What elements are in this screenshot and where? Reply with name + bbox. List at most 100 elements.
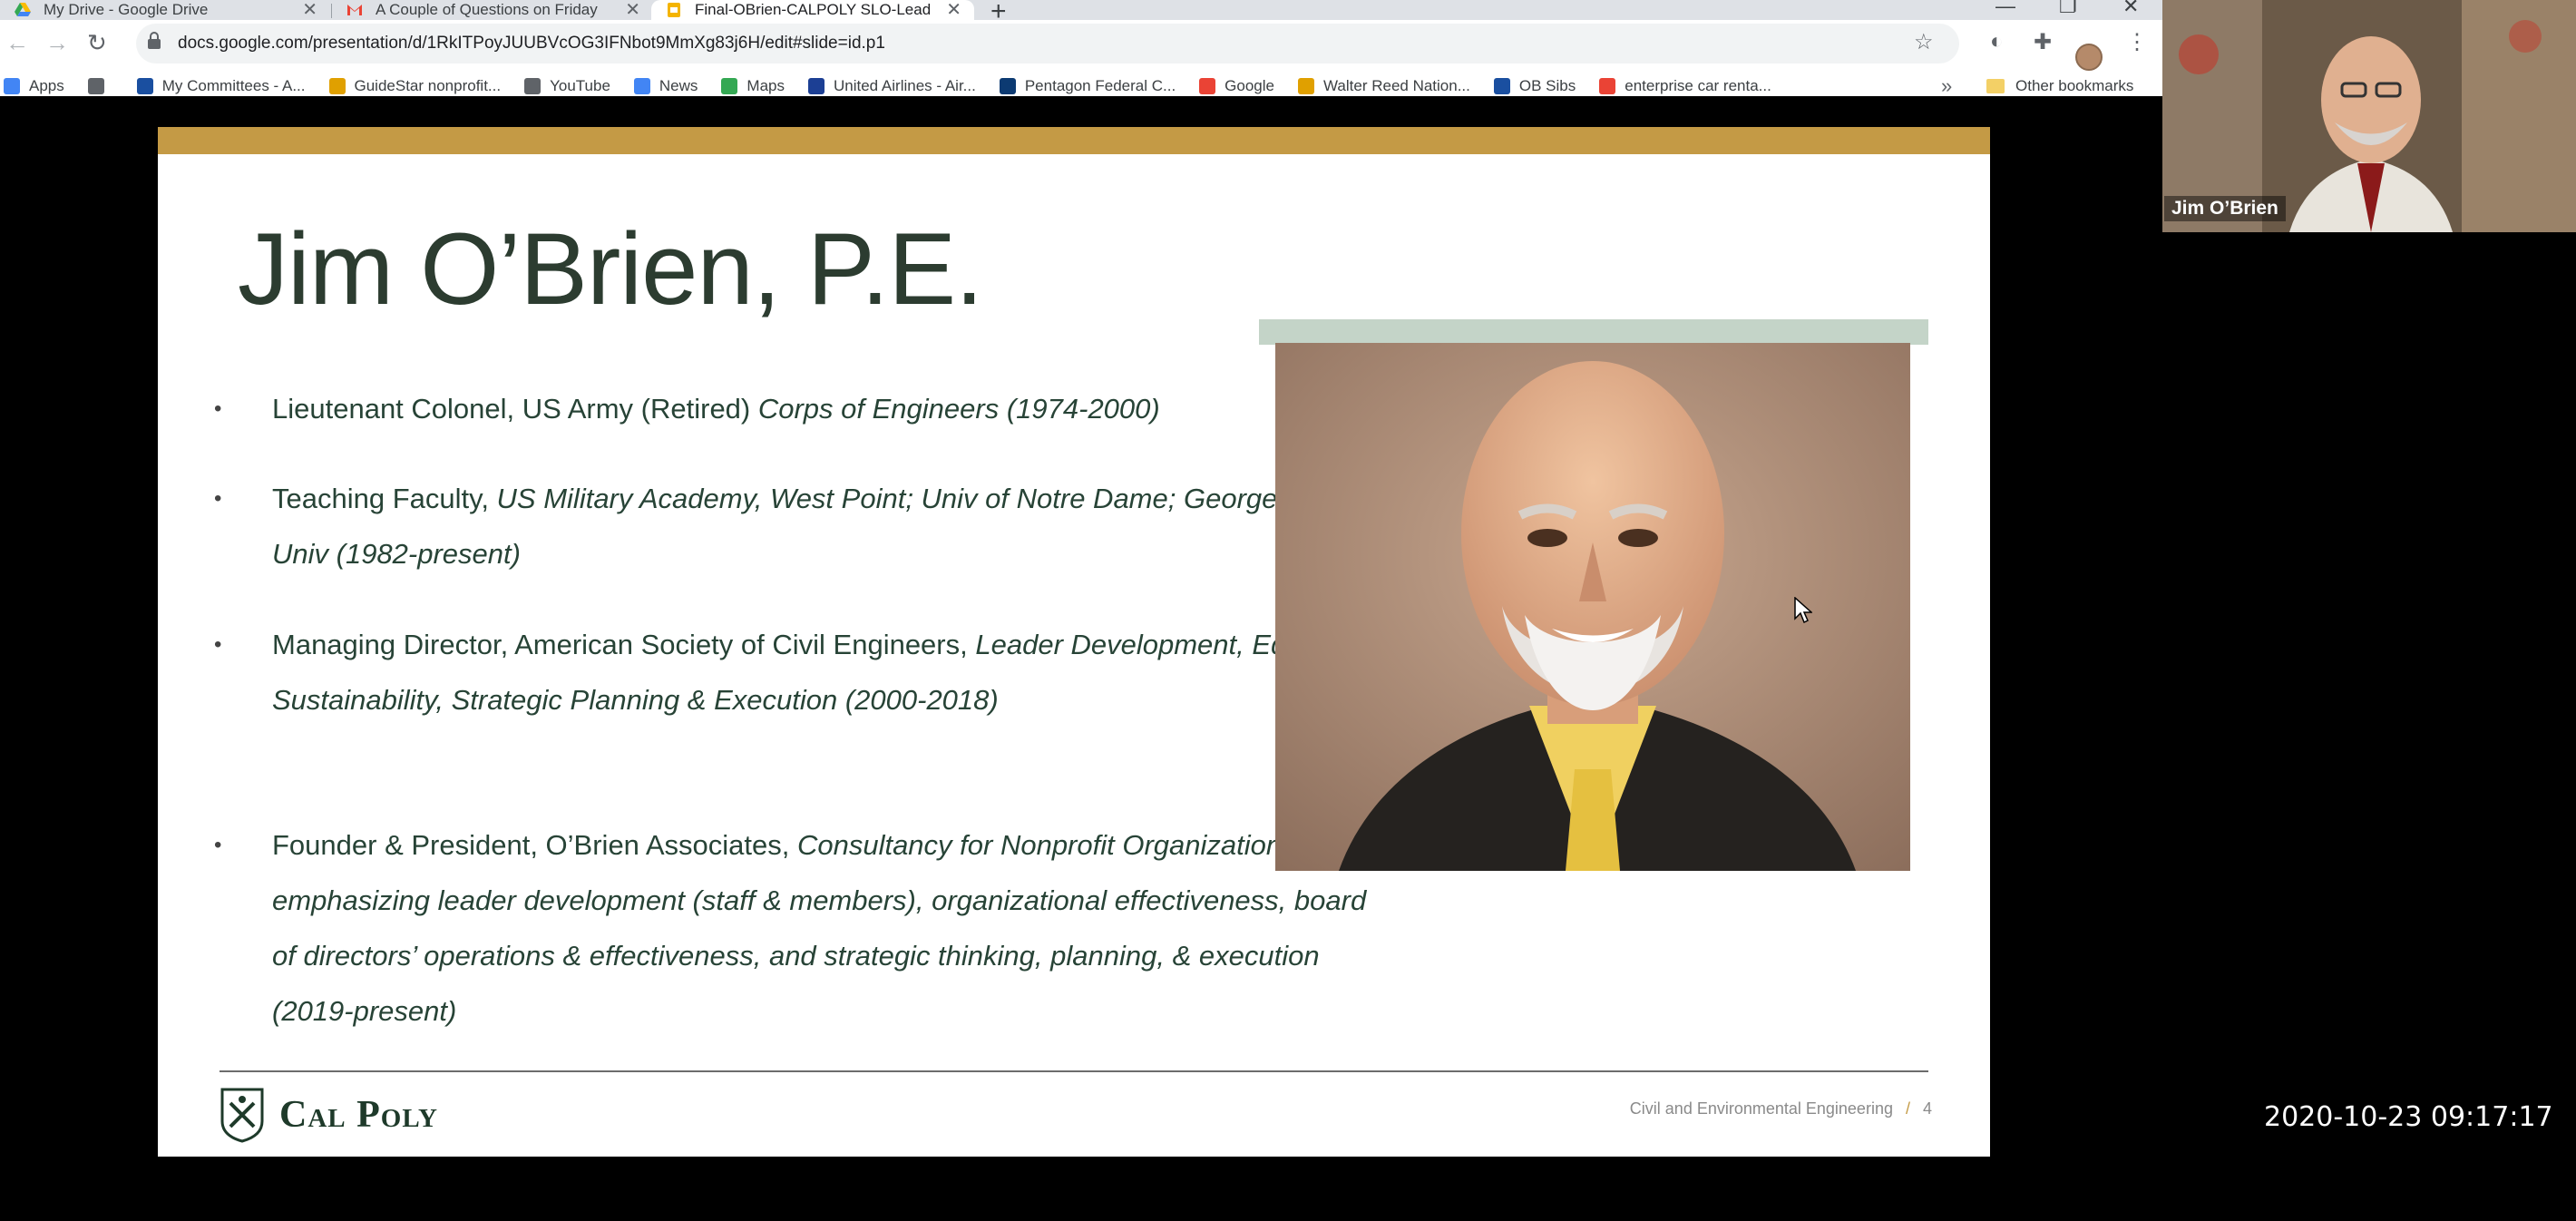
footer-separator: / (1905, 1099, 1910, 1118)
extension-icon[interactable]: ◐ (1990, 29, 2004, 54)
bookmark-label: Apps (29, 77, 64, 94)
bookmark-item[interactable]: YouTube (524, 77, 610, 95)
other-bookmarks-label: Other bookmarks (2015, 77, 2134, 94)
bookmark-label: Pentagon Federal C... (1024, 77, 1176, 94)
mouse-cursor-icon (1794, 596, 1813, 624)
bookmark-favicon-icon (328, 78, 346, 94)
tab-strip: My Drive - Google Drive ✕ A Couple of Qu… (0, 0, 2162, 26)
bookmark-item[interactable]: GuideStar nonprofit... (328, 77, 502, 95)
google-slides-icon (666, 2, 682, 18)
bullet-item: • Managing Director, American Society of… (214, 617, 1397, 728)
bullet-italic: Corps of Engineers (1974-2000) (757, 393, 1160, 425)
bookmark-label: Google (1225, 77, 1274, 94)
bookmark-favicon-icon (136, 78, 153, 94)
bookmarks-overflow-button[interactable]: » (1941, 74, 1952, 98)
browser-toolbar: ← → ↻ docs.google.com/presentation/d/1Rk… (0, 20, 2162, 98)
bookmark-label: OB Sibs (1518, 77, 1576, 94)
close-window-button[interactable]: ✕ (2122, 0, 2139, 18)
back-button[interactable]: ← (5, 29, 29, 57)
bookmark-item[interactable]: enterprise car renta... (1599, 77, 1771, 95)
profile-avatar[interactable] (2075, 44, 2103, 71)
logo-wordmark: Cal Poly (279, 1094, 438, 1136)
bookmark-item[interactable]: My Committees - A... (136, 77, 306, 95)
bookmark-favicon-icon (1493, 78, 1510, 94)
bookmark-star-icon[interactable]: ☆ (1914, 29, 1934, 55)
bookmark-favicon-icon (87, 78, 104, 94)
bullet-item: • Founder & President, O’Brien Associate… (214, 817, 1397, 1039)
bookmark-favicon-icon (999, 78, 1016, 94)
footer-department: Civil and Environmental Engineering (1629, 1099, 1893, 1118)
presentation-slide: Jim O’Brien, P.E. • Lieutenant Colonel, … (158, 127, 1990, 1157)
folder-icon (1986, 79, 2005, 93)
bookmark-item[interactable]: Maps (721, 77, 785, 95)
bullet-text: Lieutenant Colonel, US Army (Retired) (272, 393, 758, 425)
bullet-text: Teaching Faculty, (272, 483, 497, 514)
bullet-text: Managing Director, American Society of C… (272, 629, 976, 660)
bookmark-favicon-icon (1298, 78, 1314, 94)
bookmark-favicon-icon (721, 78, 738, 94)
tab-title: A Couple of Questions on Friday (376, 1, 598, 18)
restore-button[interactable]: ❐ (2059, 0, 2077, 18)
bookmark-label: YouTube (550, 77, 610, 94)
bookmarks-bar: Apps My Committees - A... GuideStar nonpro… (0, 73, 2162, 100)
tab-title: Final-OBrien-CALPOLY SLO-Lead (695, 1, 931, 18)
tab-google-drive[interactable]: My Drive - Google Drive ✕ (0, 0, 330, 20)
bullet-text: Founder & President, O’Brien Associates, (272, 829, 797, 861)
url-text: docs.google.com/presentation/d/1RkITPoyJ… (178, 34, 885, 53)
cal-poly-seal-icon (220, 1087, 265, 1143)
slide-footer: Civil and Environmental Engineering / 4 (1630, 1099, 1932, 1118)
reload-button[interactable]: ↻ (87, 29, 107, 57)
bookmark-item[interactable]: OB Sibs (1493, 77, 1576, 95)
bullet-dot: • (214, 833, 222, 857)
other-bookmarks[interactable]: Other bookmarks (1986, 73, 2133, 100)
address-bar[interactable]: docs.google.com/presentation/d/1RkITPoyJ… (136, 24, 1959, 63)
bookmark-item[interactable]: Google (1199, 77, 1274, 95)
photo-frame-bar (1259, 319, 1928, 345)
bookmark-favicon-icon (1199, 78, 1216, 94)
tab-google-slides[interactable]: Final-OBrien-CALPOLY SLO-Lead ✕ (651, 0, 974, 20)
close-tab-icon[interactable]: ✕ (946, 0, 961, 20)
bookmark-item[interactable]: Apps (4, 77, 64, 95)
slide-page-number: 4 (1922, 1099, 1932, 1118)
browser-window: My Drive - Google Drive ✕ A Couple of Qu… (0, 0, 2162, 1157)
bullet-dot: • (214, 486, 222, 511)
bookmark-item[interactable]: United Airlines - Air... (808, 77, 976, 95)
bookmark-item[interactable]: Pentagon Federal C... (999, 77, 1176, 95)
minimize-button[interactable]: — (1995, 0, 2015, 18)
bookmark-label: Maps (746, 77, 785, 94)
bullet-item: • Lieutenant Colonel, US Army (Retired) … (214, 381, 1397, 436)
bookmark-label: Walter Reed Nation... (1323, 77, 1470, 94)
close-tab-icon[interactable]: ✕ (302, 0, 317, 20)
participant-name-label: Jim O’Brien (2164, 196, 2286, 221)
extensions-puzzle-icon[interactable]: ✚ (2034, 29, 2052, 55)
portrait-photo (1275, 343, 1910, 871)
cal-poly-logo: Cal Poly (220, 1087, 438, 1143)
forward-button[interactable]: → (45, 29, 69, 57)
browser-menu-icon[interactable]: ⋮ (2126, 29, 2148, 55)
bookmark-favicon-icon (1599, 78, 1616, 94)
close-tab-icon[interactable]: ✕ (625, 0, 640, 20)
slide-title: Jim O’Brien, P.E. (238, 212, 983, 326)
screen: My Drive - Google Drive ✕ A Couple of Qu… (0, 0, 2576, 1221)
bullet-dot: • (214, 396, 222, 421)
recording-timestamp: 2020-10-23 09:17:17 (2264, 1101, 2553, 1133)
bookmark-favicon-icon (633, 78, 650, 94)
google-drive-icon (15, 2, 31, 18)
bookmark-item[interactable]: Walter Reed Nation... (1298, 77, 1470, 95)
bookmark-favicon-icon (4, 78, 20, 94)
gmail-icon (346, 2, 363, 18)
tab-gmail[interactable]: A Couple of Questions on Friday ✕ (332, 0, 653, 20)
footer-divider (220, 1070, 1928, 1072)
bullet-dot: • (214, 632, 222, 657)
bookmark-item[interactable] (87, 78, 113, 94)
slide-accent-bar (158, 127, 1990, 154)
bookmark-label: enterprise car renta... (1625, 77, 1771, 94)
tab-title: My Drive - Google Drive (44, 1, 209, 18)
bookmark-label: My Committees - A... (161, 77, 306, 94)
bookmark-favicon-icon (808, 78, 825, 94)
bookmark-label: GuideStar nonprofit... (354, 77, 502, 94)
bookmark-label: News (659, 77, 698, 94)
bookmark-label: United Airlines - Air... (834, 77, 976, 94)
bookmark-item[interactable]: News (633, 77, 698, 95)
lock-icon (147, 32, 161, 50)
